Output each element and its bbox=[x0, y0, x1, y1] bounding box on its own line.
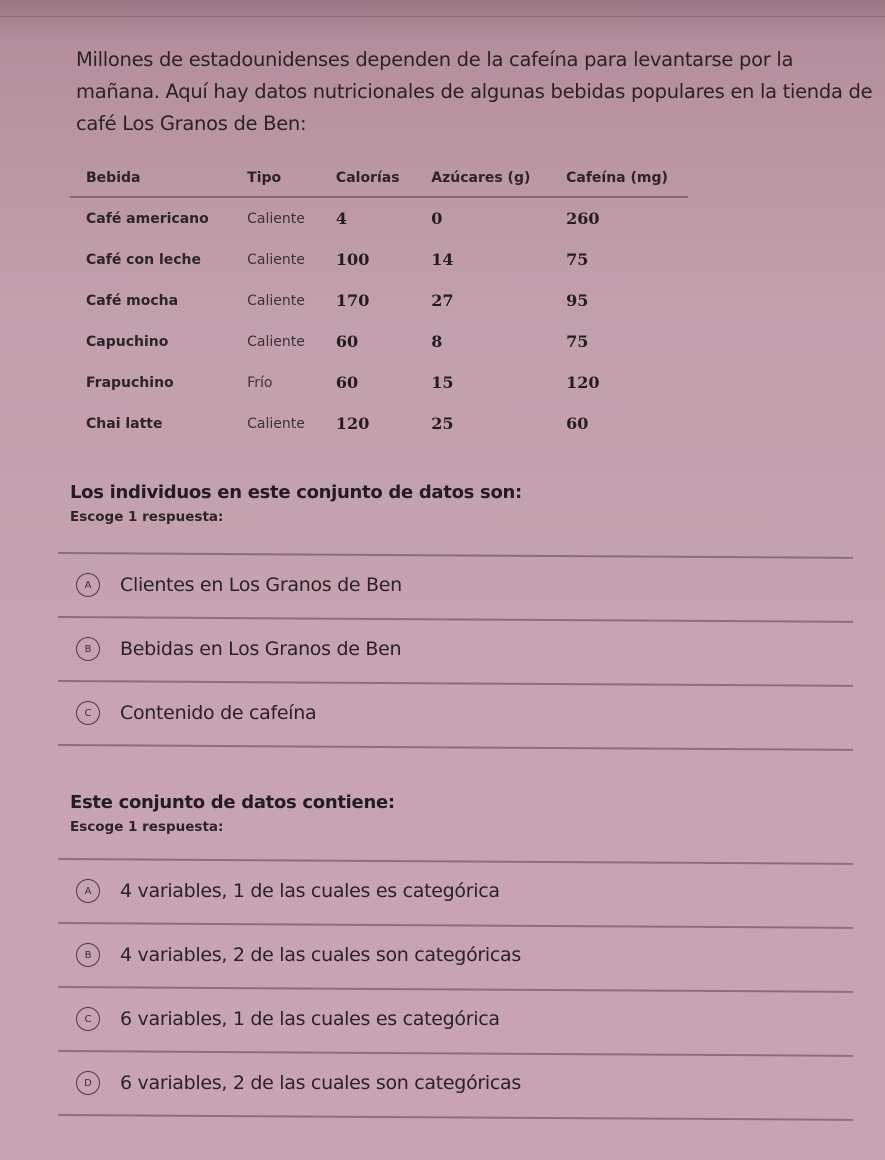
radio-circle-icon[interactable]: C bbox=[76, 701, 100, 725]
radio-circle-icon[interactable]: C bbox=[76, 1007, 100, 1031]
radio-circle-icon[interactable]: B bbox=[76, 637, 100, 661]
cell-tipo: Frío bbox=[247, 374, 273, 391]
cell-cafeina: 60 bbox=[566, 414, 589, 433]
header-cafeina: Cafeína (mg) bbox=[550, 166, 688, 198]
question-instruction: Escoge 1 respuesta: bbox=[70, 509, 224, 525]
cell-bebida: Café mocha bbox=[86, 292, 179, 309]
intro-paragraph: Millones de estadounidenses dependen de … bbox=[76, 48, 873, 135]
nutrition-table: Bebida Tipo Calorías Azúcares (g) Cafeín… bbox=[70, 166, 688, 444]
cell-azucares: 0 bbox=[431, 209, 443, 228]
cell-bebida: Café americano bbox=[86, 210, 209, 227]
cell-azucares: 25 bbox=[431, 414, 454, 433]
radio-circle-icon[interactable]: D bbox=[76, 1071, 100, 1095]
cell-bebida: Chai latte bbox=[86, 415, 163, 432]
header-bebida: Bebida bbox=[70, 166, 232, 198]
question-variables: Este conjunto de datos contiene: Escoge … bbox=[70, 792, 860, 835]
answer-choices-q1: A Clientes en Los Granos de Ben B Bebida… bbox=[57, 552, 853, 751]
question-title: Este conjunto de datos contiene: bbox=[70, 792, 395, 813]
choice-label: Contenido de cafeína bbox=[120, 702, 317, 724]
radio-circle-icon[interactable]: B bbox=[76, 943, 100, 967]
cell-cafeina: 260 bbox=[566, 209, 600, 228]
cell-calorias: 60 bbox=[335, 373, 359, 392]
table-header-row: Bebida Tipo Calorías Azúcares (g) Cafeín… bbox=[70, 166, 688, 198]
cell-calorias: 100 bbox=[335, 250, 370, 269]
cell-calorias: 4 bbox=[335, 209, 348, 228]
cell-cafeina: 75 bbox=[566, 250, 589, 269]
cell-calorias: 60 bbox=[335, 332, 359, 351]
table-row: Capuchino Caliente 60 8 75 bbox=[70, 321, 688, 362]
cell-azucares: 27 bbox=[431, 291, 454, 310]
choice-a[interactable]: A 4 variables, 1 de las cuales es categó… bbox=[58, 860, 853, 922]
header-calorias: Calorías bbox=[319, 166, 416, 198]
table-row: Chai latte Caliente 120 25 60 bbox=[70, 403, 688, 444]
cell-azucares: 15 bbox=[431, 373, 454, 392]
radio-circle-icon[interactable]: A bbox=[76, 879, 100, 903]
cell-azucares: 8 bbox=[431, 332, 443, 351]
choice-c[interactable]: C Contenido de cafeína bbox=[58, 682, 853, 744]
cell-azucares: 14 bbox=[431, 250, 454, 269]
table-row: Frapuchino Frío 60 15 120 bbox=[70, 362, 688, 403]
cell-bebida: Frapuchino bbox=[86, 374, 174, 391]
cell-bebida: Café con leche bbox=[86, 251, 201, 268]
cell-bebida: Capuchino bbox=[86, 333, 169, 350]
choice-label: 6 variables, 2 de las cuales son categór… bbox=[120, 1072, 521, 1094]
table-row: Café con leche Caliente 100 14 75 bbox=[70, 239, 688, 280]
cell-tipo: Caliente bbox=[247, 210, 305, 227]
cell-cafeina: 75 bbox=[566, 332, 589, 351]
cell-tipo: Caliente bbox=[247, 292, 305, 309]
question-individuals: Los individuos en este conjunto de datos… bbox=[70, 482, 860, 525]
divider bbox=[57, 744, 853, 751]
choice-label: Clientes en Los Granos de Ben bbox=[120, 574, 402, 596]
choice-c[interactable]: C 6 variables, 1 de las cuales es categó… bbox=[58, 988, 853, 1050]
cell-tipo: Caliente bbox=[247, 251, 305, 268]
screen-edge bbox=[0, 16, 885, 17]
cell-tipo: Caliente bbox=[247, 415, 305, 432]
radio-circle-icon[interactable]: A bbox=[76, 573, 100, 597]
header-tipo: Tipo bbox=[231, 166, 320, 198]
choice-b[interactable]: B Bebidas en Los Granos de Ben bbox=[58, 618, 853, 680]
question-instruction: Escoge 1 respuesta: bbox=[70, 819, 224, 835]
cell-cafeina: 95 bbox=[566, 291, 589, 310]
choice-b[interactable]: B 4 variables, 2 de las cuales son categ… bbox=[58, 924, 853, 986]
cell-tipo: Caliente bbox=[247, 333, 305, 350]
table-row: Café mocha Caliente 170 27 95 bbox=[70, 280, 688, 321]
choice-d[interactable]: D 6 variables, 2 de las cuales son categ… bbox=[58, 1052, 853, 1114]
choice-label: 4 variables, 1 de las cuales es categóri… bbox=[120, 880, 500, 902]
cell-calorias: 170 bbox=[335, 291, 370, 310]
divider bbox=[57, 1114, 853, 1121]
answer-choices-q2: A 4 variables, 1 de las cuales es categó… bbox=[57, 858, 853, 1121]
table-row: Café americano Caliente 4 0 260 bbox=[70, 197, 688, 239]
choice-a[interactable]: A Clientes en Los Granos de Ben bbox=[58, 554, 853, 616]
header-azucares: Azúcares (g) bbox=[415, 166, 551, 198]
question-title: Los individuos en este conjunto de datos… bbox=[70, 482, 522, 503]
choice-label: 6 variables, 1 de las cuales es categóri… bbox=[120, 1008, 500, 1030]
choice-label: Bebidas en Los Granos de Ben bbox=[120, 638, 402, 660]
choice-label: 4 variables, 2 de las cuales son categór… bbox=[120, 944, 521, 966]
cell-calorias: 120 bbox=[335, 414, 370, 433]
cell-cafeina: 120 bbox=[566, 373, 600, 392]
